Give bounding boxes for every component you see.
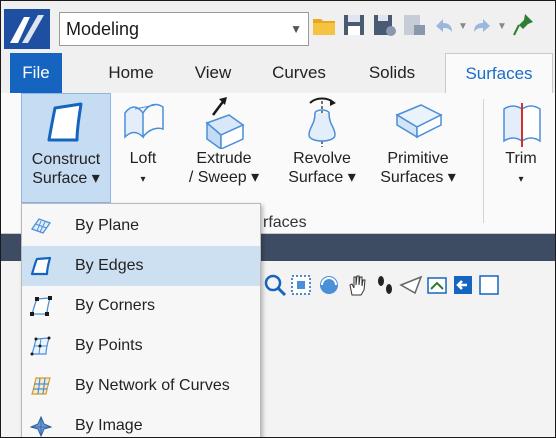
menu-item-by-network-of-curves[interactable]: By Network of Curves: [22, 366, 260, 406]
loft-label-1: Loft: [129, 150, 157, 167]
menu-item-by-image[interactable]: By Image: [22, 406, 260, 437]
revolve-surface-label-2: Surface ▾: [288, 169, 356, 186]
zoom-in-icon[interactable]: [263, 273, 287, 302]
menu-item-label: By Corners: [75, 297, 156, 314]
tab-curves[interactable]: Curves: [263, 53, 335, 93]
trim-icon: [503, 103, 541, 147]
quick-access-toolbar: Modeling ▼ ▼ ▼: [1, 1, 555, 53]
workflow-selector[interactable]: Modeling ▼: [59, 12, 309, 46]
tab-view[interactable]: View: [187, 53, 239, 93]
corners-surface-icon: [30, 296, 52, 316]
workflow-value: Modeling: [66, 19, 140, 39]
construct-surface-icon: [47, 102, 83, 142]
pin-icon[interactable]: [511, 11, 537, 44]
extrude-sweep-label-2: / Sweep ▾: [188, 169, 260, 186]
trim-dropdown-caret: ▾: [518, 174, 524, 185]
menu-item-label: By Plane: [75, 217, 140, 234]
extrude-sweep-button[interactable]: Extrude / Sweep ▾: [179, 93, 269, 203]
save-settings-icon[interactable]: [371, 11, 397, 44]
primitive-surfaces-icon: [395, 104, 443, 139]
edges-surface-icon: [30, 256, 52, 276]
next-view-icon[interactable]: [477, 273, 501, 302]
copy-view-icon[interactable]: [425, 273, 449, 302]
network-curves-icon: [31, 377, 51, 395]
redo-dropdown-icon[interactable]: ▼: [497, 21, 507, 32]
walk-footprints-icon[interactable]: [373, 273, 397, 302]
construct-surface-button[interactable]: Construct Surface ▾: [21, 93, 111, 203]
ribbon-tabs: File Home View Curves Solids Surfaces: [1, 53, 555, 94]
save-icon[interactable]: [341, 11, 367, 44]
tab-file[interactable]: File: [10, 53, 62, 93]
menu-item-by-edges[interactable]: By Edges: [22, 246, 260, 286]
revolve-surface-icon: [308, 97, 336, 147]
primitive-surfaces-label-1: Primitive: [387, 150, 449, 167]
menu-item-by-plane[interactable]: By Plane: [22, 206, 260, 246]
tab-surfaces[interactable]: Surfaces: [445, 53, 553, 94]
fit-view-icon[interactable]: [289, 273, 313, 302]
pan-hand-icon[interactable]: [345, 273, 369, 302]
app-logo-icon[interactable]: [4, 9, 50, 49]
construct-surface-menu: By Plane By Edges By Corners By Points B…: [21, 203, 261, 437]
primitive-surfaces-label-2: Surfaces ▾: [380, 169, 456, 186]
chevron-down-icon: ▼: [290, 22, 302, 36]
extrude-sweep-label-1: Extrude: [196, 150, 252, 167]
compress-icon[interactable]: [401, 11, 427, 44]
menu-item-label: By Points: [75, 337, 143, 354]
menu-item-by-corners[interactable]: By Corners: [22, 286, 260, 326]
trim-button[interactable]: Trim ▾: [491, 93, 551, 203]
view-angle-icon[interactable]: [399, 273, 423, 302]
ribbon-group-separator: [483, 99, 484, 223]
revolve-surface-button[interactable]: Revolve Surface ▾: [281, 93, 363, 203]
rotate-view-icon[interactable]: [317, 273, 341, 302]
construct-surface-label-2: Surface ▾: [32, 170, 100, 187]
menu-item-label: By Network of Curves: [75, 377, 230, 394]
loft-button[interactable]: Loft ▾: [115, 93, 171, 203]
revolve-surface-label-1: Revolve: [293, 150, 351, 167]
loft-icon: [124, 103, 164, 139]
undo-icon[interactable]: [433, 15, 455, 42]
plane-grid-icon: [30, 218, 52, 234]
redo-icon[interactable]: [471, 15, 493, 42]
menu-item-label: By Edges: [75, 257, 144, 274]
tab-solids[interactable]: Solids: [359, 53, 425, 93]
construct-surface-label-1: Construct: [31, 151, 101, 168]
primitive-surfaces-button[interactable]: Primitive Surfaces ▾: [373, 93, 463, 203]
trim-label-1: Trim: [505, 150, 537, 167]
points-surface-icon: [30, 336, 51, 356]
application-window: Modeling ▼ ▼ ▼ File Home View Curves Sol…: [0, 0, 556, 438]
open-folder-icon[interactable]: [311, 11, 337, 44]
undo-dropdown-icon[interactable]: ▼: [458, 21, 468, 32]
menu-item-label: By Image: [75, 417, 143, 434]
previous-view-icon[interactable]: [451, 273, 475, 302]
menu-item-by-points[interactable]: By Points: [22, 326, 260, 366]
surfaces-group-label: rfaces: [263, 214, 307, 231]
extrude-sweep-icon: [205, 97, 245, 149]
loft-dropdown-caret: ▾: [140, 174, 146, 185]
tab-home[interactable]: Home: [99, 53, 163, 93]
image-surface-icon: [30, 415, 52, 437]
